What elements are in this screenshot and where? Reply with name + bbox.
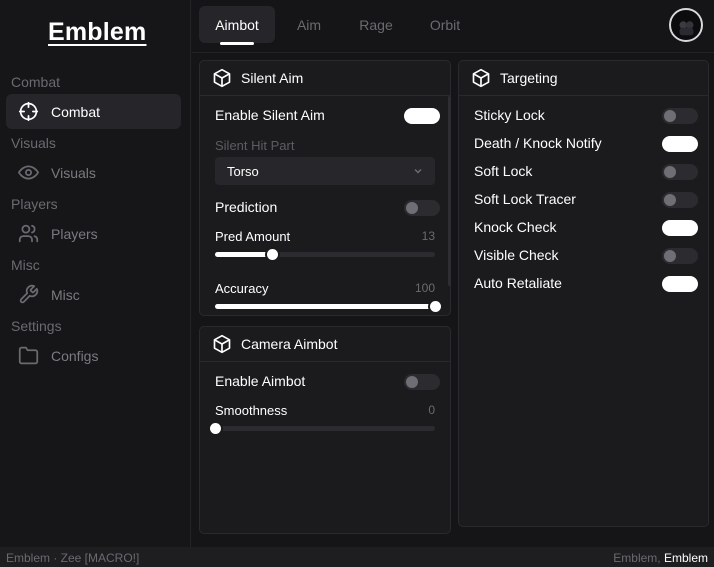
app-logo: Emblem	[48, 18, 147, 46]
targeting-option-toggle[interactable]	[662, 220, 698, 236]
smoothness-slider[interactable]	[208, 421, 435, 436]
smoothness-label: Smoothness	[215, 403, 288, 418]
users-icon	[17, 223, 39, 245]
silent-hit-part-select[interactable]: Torso	[215, 157, 435, 185]
silent-aim-header: Silent Aim	[200, 61, 450, 96]
sidebar-item-label: Misc	[51, 286, 80, 303]
footer-brand-name: Emblem	[663, 551, 708, 565]
cube-icon	[213, 68, 231, 88]
camera-aimbot-header: Camera Aimbot	[200, 327, 450, 362]
silent-aim-scrollbar[interactable]	[448, 96, 451, 286]
slider-thumb[interactable]	[208, 421, 223, 436]
accuracy-value: 100	[414, 281, 435, 295]
silent-aim-panel: Silent Aim Enable Silent Aim Silent Hit …	[199, 60, 451, 316]
panel-title: Silent Aim	[241, 70, 304, 86]
targeting-option-label: Soft Lock	[474, 163, 533, 179]
crosshair-icon	[17, 101, 39, 123]
targeting-option-toggle[interactable]	[662, 276, 698, 292]
targeting-option-toggle[interactable]	[662, 108, 698, 124]
tab-aim[interactable]: Aim	[284, 6, 334, 43]
sidebar-item-combat[interactable]: Combat	[6, 94, 181, 129]
targeting-option-label: Soft Lock Tracer	[474, 191, 576, 207]
prediction-label: Prediction	[215, 199, 278, 215]
tab-aimbot[interactable]: Aimbot	[199, 6, 275, 43]
footer-info: Emblem · Zee [MACRO!]	[6, 551, 140, 565]
accuracy-label: Accuracy	[215, 281, 269, 296]
active-tab-indicator	[220, 42, 254, 45]
sidebar-item-label: Players	[51, 225, 98, 242]
targeting-option-label: Death / Knock Notify	[474, 135, 602, 151]
section-label-misc: Misc	[11, 257, 40, 273]
footer-brand-prefix: Emblem,	[613, 551, 661, 565]
smoothness-value: 0	[428, 403, 435, 417]
targeting-panel: Targeting Sticky Lock Death / Knock Notif…	[458, 60, 709, 527]
sidebar-item-misc[interactable]: Misc	[6, 277, 181, 312]
pred-amount-value: 13	[421, 229, 435, 243]
sidebar-item-label: Visuals	[51, 164, 96, 181]
silent-hit-part-label: Silent Hit Part	[215, 138, 295, 153]
accuracy-slider[interactable]	[215, 299, 443, 314]
enable-aimbot-toggle[interactable]	[404, 374, 440, 390]
tab-orbit[interactable]: Orbit	[418, 6, 472, 43]
sidebar-item-label: Combat	[51, 103, 101, 120]
slider-thumb[interactable]	[428, 299, 443, 314]
cube-icon	[472, 68, 490, 88]
selected-value: Torso	[227, 163, 259, 179]
sidebar-item-configs[interactable]: Configs	[6, 338, 181, 373]
folder-icon	[17, 345, 39, 367]
section-label-players: Players	[11, 196, 58, 212]
pred-amount-slider[interactable]	[215, 247, 435, 262]
targeting-option-label: Auto Retaliate	[474, 275, 562, 291]
user-avatar-icon	[672, 11, 700, 39]
targeting-header: Targeting	[459, 61, 708, 96]
panel-title: Targeting	[500, 70, 558, 86]
cube-icon	[213, 334, 231, 354]
section-label-visuals: Visuals	[11, 135, 56, 151]
targeting-option-label: Knock Check	[474, 219, 557, 235]
targeting-option-label: Visible Check	[474, 247, 559, 263]
section-label-combat: Combat	[11, 74, 61, 90]
status-bar: Emblem · Zee [MACRO!] Emblem, Emblem	[0, 547, 714, 567]
targeting-option-toggle[interactable]	[662, 136, 698, 152]
prediction-toggle[interactable]	[404, 200, 440, 216]
targeting-option-toggle[interactable]	[662, 164, 698, 180]
enable-aimbot-label: Enable Aimbot	[215, 373, 306, 389]
enable-silent-aim-label: Enable Silent Aim	[215, 107, 325, 123]
avatar[interactable]	[669, 8, 703, 42]
targeting-option-toggle[interactable]	[662, 192, 698, 208]
eye-icon	[17, 162, 39, 184]
sidebar-item-label: Configs	[51, 347, 99, 364]
slider-thumb[interactable]	[265, 247, 280, 262]
sidebar: Emblem Combat Combat Visuals Visuals Pla…	[0, 0, 191, 547]
pred-amount-label: Pred Amount	[215, 229, 291, 244]
wrench-icon	[17, 284, 39, 306]
footer-brand: Emblem, Emblem	[613, 551, 708, 565]
sidebar-item-players[interactable]: Players	[6, 216, 181, 251]
tab-rage[interactable]: Rage	[348, 6, 404, 43]
chevron-down-icon	[414, 168, 422, 174]
camera-aimbot-panel: Camera Aimbot Enable Aimbot Smoothness 0	[199, 326, 451, 534]
targeting-option-label: Sticky Lock	[474, 107, 545, 123]
enable-silent-aim-toggle[interactable]	[404, 108, 440, 124]
section-label-settings: Settings	[11, 318, 62, 334]
panel-title: Camera Aimbot	[241, 336, 338, 352]
sidebar-item-visuals[interactable]: Visuals	[6, 155, 181, 190]
targeting-option-toggle[interactable]	[662, 248, 698, 264]
